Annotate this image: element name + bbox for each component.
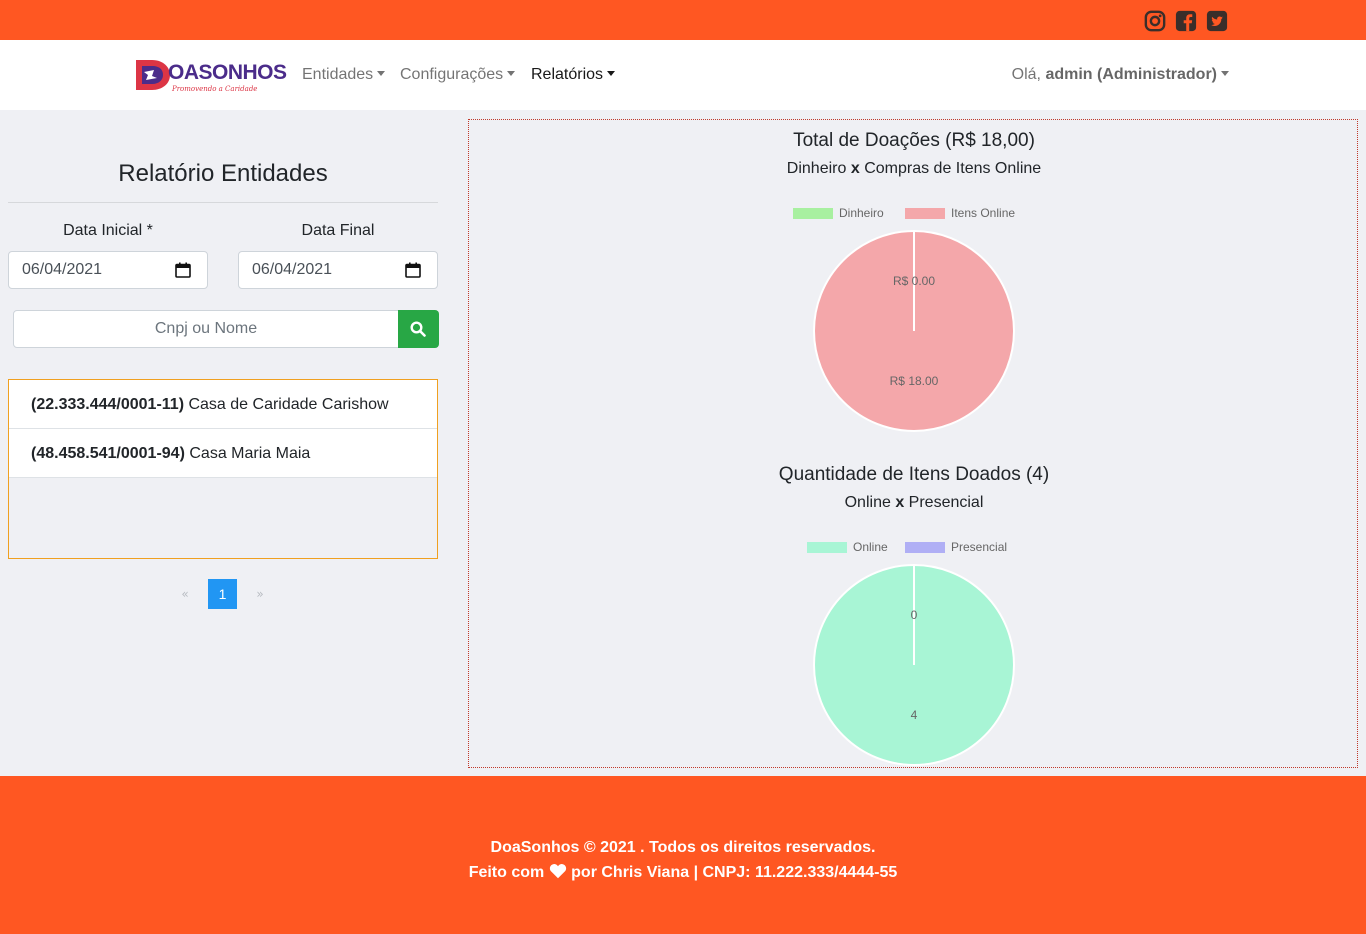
chart-subtitle: Dinheiro x Compras de Itens Online xyxy=(469,160,1359,178)
title-divider xyxy=(8,202,438,203)
list-item[interactable]: (22.333.444/0001-11) Casa de Caridade Ca… xyxy=(9,380,437,429)
charts-panel: Total de Doações (R$ 18,00) Dinheiro x C… xyxy=(468,119,1358,768)
logo-tagline: Promovendo a Caridade xyxy=(172,85,258,93)
end-date-label: Data Final xyxy=(301,222,375,239)
search-icon xyxy=(410,321,426,337)
calendar-icon[interactable] xyxy=(175,262,191,278)
navbar: DOASONHOS Promovendo a Caridade Entidade… xyxy=(0,40,1366,110)
donations-pie-chart: Dinheiro Itens Online R$ 0.00 R$ 18.00 xyxy=(793,206,1015,432)
footer: DoaSonhos © 2021 . Todos os direitos res… xyxy=(0,776,1366,934)
search-placeholder: Cnpj ou Nome xyxy=(154,320,258,337)
pie-data-label-1: R$ 18.00 xyxy=(890,374,939,388)
entity-name: Casa Maria Maia xyxy=(189,445,311,462)
chart-subtitle-left: Dinheiro xyxy=(786,160,847,177)
entity-name: Casa de Caridade Carishow xyxy=(188,396,389,413)
facebook-icon[interactable] xyxy=(1175,10,1197,32)
chart-subtitle-right: Compras de Itens Online xyxy=(864,160,1042,177)
entity-list: (22.333.444/0001-11) Casa de Caridade Ca… xyxy=(8,379,438,559)
chart-subtitle: Online x Presencial xyxy=(469,494,1359,512)
nav-configuracoes-label: Configurações xyxy=(400,66,504,83)
search-button[interactable] xyxy=(398,310,439,348)
top-bar xyxy=(0,0,1366,40)
chevron-down-icon xyxy=(507,71,516,76)
pie-data-label-0: 4 xyxy=(911,708,918,722)
footer-credits-pre: Feito com xyxy=(468,864,545,881)
items-pie-chart: Online Presencial 4 0 xyxy=(807,540,1015,766)
pagination-next[interactable]: » xyxy=(250,579,270,609)
chart-subtitle-x: x xyxy=(850,160,860,177)
legend-label-1[interactable]: Presencial xyxy=(951,540,1007,554)
logo-text: DOASONHOS xyxy=(168,61,287,84)
chevron-down-icon xyxy=(607,71,616,76)
chart-subtitle-right: Presencial xyxy=(908,494,984,511)
nav-entidades-label: Entidades xyxy=(302,66,374,83)
nav-relatorios-label: Relatórios xyxy=(531,66,604,83)
chevron-down-icon xyxy=(1221,71,1229,76)
page-title: Relatório Entidades xyxy=(118,160,328,187)
entity-cnpj: (48.458.541/0001-94) xyxy=(31,445,185,462)
chart-title: Quantidade de Itens Doados (4) xyxy=(778,464,1050,485)
legend-swatch-0[interactable] xyxy=(807,542,847,553)
user-greeting: Olá, xyxy=(1011,66,1041,83)
nav-relatorios[interactable]: Relatórios xyxy=(531,66,616,84)
legend-label-0[interactable]: Online xyxy=(853,540,888,554)
pie-data-label-1: 0 xyxy=(911,608,918,622)
footer-credits: Feito com por Chris Viana | CNPJ: 11.222… xyxy=(0,863,1366,882)
instagram-icon[interactable] xyxy=(1144,10,1166,32)
legend-label-1[interactable]: Itens Online xyxy=(951,206,1015,220)
start-date-value: 06/04/2021 xyxy=(22,261,103,278)
legend-swatch-0[interactable] xyxy=(793,208,833,219)
user-name: admin (Administrador) xyxy=(1045,66,1217,83)
footer-credits-post: por Chris Viana | CNPJ: 11.222.333/4444-… xyxy=(571,864,898,881)
twitter-icon[interactable] xyxy=(1206,10,1228,32)
start-date-label: Data Inicial * xyxy=(63,222,153,239)
brand-logo[interactable]: DOASONHOS Promovendo a Caridade xyxy=(130,52,287,98)
footer-copyright: DoaSonhos © 2021 . Todos os direitos res… xyxy=(490,839,876,856)
chart-title: Total de Doações (R$ 18,00) xyxy=(793,130,1035,151)
nav-configuracoes[interactable]: Configurações xyxy=(400,66,516,84)
logo-emblem-icon xyxy=(136,60,170,90)
legend-swatch-1[interactable] xyxy=(905,208,945,219)
heart-icon xyxy=(549,864,566,879)
chevron-down-icon xyxy=(377,71,386,76)
search-input[interactable]: Cnpj ou Nome xyxy=(13,310,399,348)
pie-data-label-0: R$ 0.00 xyxy=(893,274,935,288)
entity-cnpj: (22.333.444/0001-11) xyxy=(31,396,185,413)
calendar-icon[interactable] xyxy=(405,262,421,278)
list-item[interactable]: (48.458.541/0001-94) Casa Maria Maia xyxy=(9,429,437,478)
end-date-input[interactable]: 06/04/2021 xyxy=(238,251,438,289)
end-date-value: 06/04/2021 xyxy=(252,261,333,278)
chart-subtitle-x: x xyxy=(895,494,905,511)
start-date-input[interactable]: 06/04/2021 xyxy=(8,251,208,289)
pagination-page-1[interactable]: 1 xyxy=(208,579,237,609)
chart-subtitle-left: Online xyxy=(844,494,891,511)
legend-swatch-1[interactable] xyxy=(905,542,945,553)
pagination-prev[interactable]: « xyxy=(175,579,195,609)
legend-label-0[interactable]: Dinheiro xyxy=(839,206,884,220)
nav-entidades[interactable]: Entidades xyxy=(302,66,386,84)
user-menu[interactable]: Olá, admin (Administrador) xyxy=(1012,66,1229,84)
